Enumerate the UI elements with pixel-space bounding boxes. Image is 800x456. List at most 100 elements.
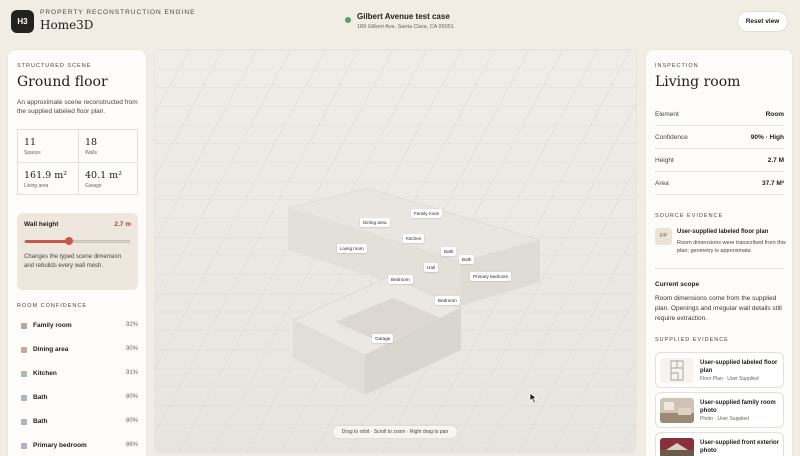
room-confidence-value: 90% [125, 346, 138, 352]
inspection-key: Confidence [655, 134, 688, 141]
evidence-title: User-supplied front exterior photo [700, 440, 780, 454]
supplied-evidence-title: SUPPLIED EVIDENCE [655, 337, 729, 343]
evidence-card[interactable]: User-supplied family room photo Photo · … [655, 392, 784, 428]
room-label-garage[interactable]: Garage [372, 334, 394, 343]
room-name: Bath [33, 418, 48, 425]
stat-value: 18 [85, 137, 98, 148]
room-confidence-value: 91% [125, 370, 138, 376]
case-title: Gilbert Avenue test case [357, 12, 450, 21]
case-address: 189 Gilbert Ave, Santa Clara, CA 95051 [357, 24, 454, 30]
floorplan-thumbnail [660, 358, 694, 383]
wall-height-card: Wall height 2.7 m Changes the typed scen… [17, 213, 138, 290]
stat-label: Living area [24, 183, 49, 189]
current-scope-text: Room dimensions come from the supplied p… [655, 295, 782, 322]
room-label-dining-area[interactable]: Dining area [360, 218, 390, 227]
evidence-subtitle: Floor Plan · User Supplied [700, 376, 759, 382]
stat-walls: 18 Walls [79, 130, 139, 163]
room-confidence-title: ROOM CONFIDENCE [17, 303, 87, 309]
inspection-row-confidence: Confidence 90% · High [655, 127, 784, 149]
room-name: Kitchen [33, 370, 57, 377]
scene-3d-render [155, 50, 636, 453]
stats-divider [18, 162, 137, 163]
room-confidence-value: 86% [125, 442, 138, 448]
room-confidence-row[interactable]: Family room 92% [17, 321, 138, 333]
scene-title: Ground floor [17, 74, 108, 90]
room-name: Bath [33, 394, 48, 401]
room-label-bath[interactable]: Bath [459, 255, 475, 264]
room-confidence-row[interactable]: Dining area 90% [17, 345, 138, 357]
room-name: Family room [33, 322, 72, 329]
stat-living-area: 161.9 m² Living area [18, 163, 78, 196]
stat-label: Spaces [24, 150, 41, 156]
stat-value: 11 [24, 137, 37, 148]
room-label-primary-bedroom[interactable]: Primary bedroom [470, 272, 512, 281]
app-header: H3 PROPERTY RECONSTRUCTION ENGINE Home3D… [0, 0, 800, 44]
room-label-hall[interactable]: Hall [424, 263, 438, 272]
source-badge: FP [655, 228, 672, 245]
inspection-value: 37.7 M² [761, 180, 784, 187]
slider-thumb[interactable] [64, 237, 73, 245]
inspection-key: Height [655, 157, 674, 164]
evidence-title: User-supplied family room photo [700, 400, 776, 414]
structured-scene-panel: STRUCTURED SCENE Ground floor An approxi… [7, 49, 147, 456]
app-logo[interactable]: H3 [11, 10, 34, 33]
reset-view-button[interactable]: Reset view [737, 11, 788, 32]
inspection-panel: INSPECTION Living room Element Room Conf… [645, 49, 793, 456]
wall-height-value: 2.7 m [114, 221, 131, 228]
stat-label: Walls [85, 150, 98, 156]
inspection-title: Living room [655, 74, 741, 90]
stat-label: Garage [85, 183, 102, 189]
inspection-key: Area [655, 180, 669, 187]
room-swatch [21, 443, 27, 449]
scene-eyebrow: STRUCTURED SCENE [17, 63, 92, 69]
room-swatch [21, 323, 27, 329]
inspection-key: Element [655, 111, 679, 118]
room-confidence-row[interactable]: Bath 80% [17, 393, 138, 405]
wall-height-slider[interactable] [24, 237, 130, 245]
source-evidence-title: SOURCE EVIDENCE [655, 213, 724, 219]
inspection-value: Room [765, 111, 784, 118]
inspection-value: 90% · High [750, 134, 784, 141]
inspection-eyebrow: INSPECTION [655, 63, 699, 69]
room-label-bedroom[interactable]: Bedroom [435, 296, 460, 305]
mouse-cursor-icon [529, 392, 538, 404]
source-name[interactable]: User-supplied labeled floor plan [677, 229, 785, 235]
inspection-row-area: Area 37.7 M² [655, 173, 784, 195]
viewport-controls-hint: Drag to orbit · Scroll to zoom · Right d… [332, 425, 458, 439]
scene-stats-grid: 11 Spaces 18 Walls 161.9 m² Living area … [17, 129, 138, 195]
room-label-living-room[interactable]: Living room [337, 244, 367, 253]
room-label-bedroom[interactable]: Bedroom [388, 275, 413, 284]
stat-value: 161.9 m² [24, 170, 68, 181]
scene-viewport[interactable]: Dining area Family room Kitchen Living r… [154, 49, 637, 454]
room-confidence-value: 92% [125, 322, 138, 328]
evidence-subtitle: Photo · User Supplied [700, 416, 749, 422]
room-confidence-row[interactable]: Bath 80% [17, 417, 138, 429]
evidence-card[interactable]: User-supplied front exterior photo [655, 432, 784, 456]
app-brand: Home3D [40, 18, 94, 32]
room-label-kitchen[interactable]: Kitchen [403, 234, 425, 243]
wall-height-description: Changes the typed scene dimension and re… [24, 254, 122, 269]
room-swatch [21, 419, 27, 425]
room-swatch [21, 347, 27, 353]
app-eyebrow: PROPERTY RECONSTRUCTION ENGINE [40, 9, 196, 16]
evidence-card[interactable]: User-supplied labeled floor plan Floor P… [655, 352, 784, 388]
room-swatch [21, 371, 27, 377]
exterior-photo-thumbnail [660, 438, 694, 456]
case-status-dot [345, 17, 351, 23]
room-confidence-value: 80% [125, 394, 138, 400]
room-label-bath[interactable]: Bath [441, 247, 457, 256]
room-confidence-value: 80% [125, 418, 138, 424]
slider-fill [25, 240, 69, 243]
inspection-row-height: Height 2.7 M [655, 150, 784, 172]
room-name: Dining area [33, 346, 69, 353]
stat-value: 40.1 m² [85, 170, 122, 181]
section-divider [655, 268, 784, 269]
room-name: Primary bedroom [33, 442, 87, 449]
room-photo-thumbnail [660, 398, 694, 423]
room-confidence-row[interactable]: Primary bedroom 86% [17, 441, 138, 453]
room-confidence-row[interactable]: Kitchen 91% [17, 369, 138, 381]
room-label-family-room[interactable]: Family room [411, 209, 443, 218]
evidence-title: User-supplied labeled floor plan [700, 360, 778, 374]
inspection-value: 2.7 M [767, 157, 784, 164]
stat-spaces: 11 Spaces [18, 130, 78, 163]
